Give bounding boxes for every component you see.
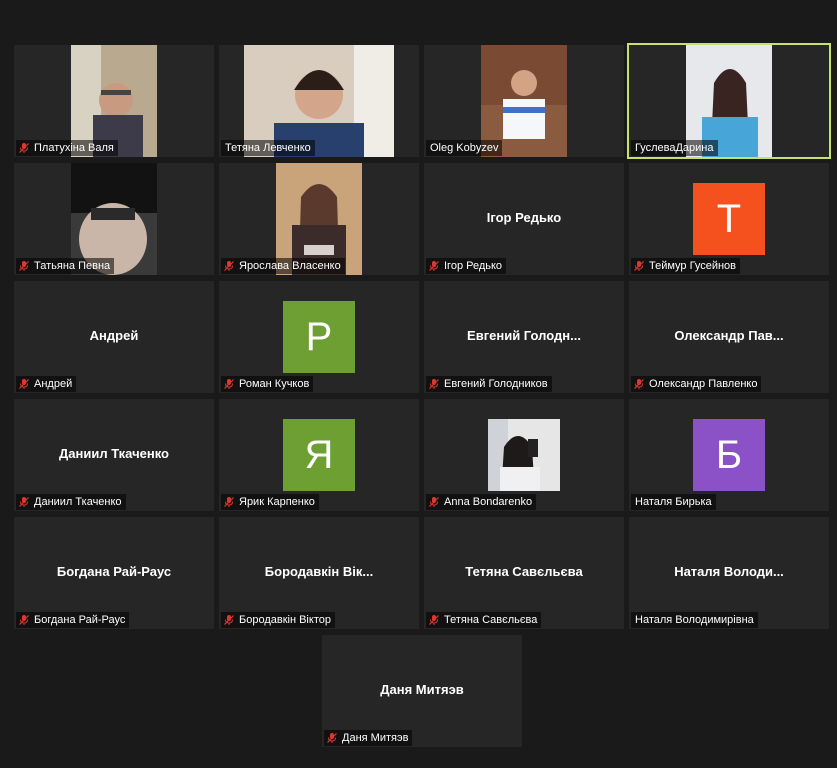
- participant-name-tag: Олександр Павленко: [631, 376, 762, 392]
- participant-display-name: Даня Митяэв: [380, 682, 464, 697]
- participant-name-label: Наталя Володимирівна: [635, 614, 754, 626]
- participant-display-name: Даниил Ткаченко: [59, 446, 169, 461]
- participant-name-tag: Даня Митяэв: [324, 730, 413, 746]
- participant-display-name: Андрей: [89, 328, 139, 343]
- participant-name-label: Тетяна Савєльєва: [444, 614, 538, 626]
- participant-avatar: T: [693, 183, 765, 255]
- participant-name-label: Anna Bondarenko: [444, 496, 533, 508]
- participant-avatar: P: [283, 301, 355, 373]
- muted-mic-icon: [428, 260, 444, 272]
- participant-name-tag: Anna Bondarenko: [426, 494, 537, 510]
- participant-name-tag: Наталя Володимирівна: [631, 612, 758, 628]
- participant-tile[interactable]: Даниил Ткаченко Даниил Ткаченко: [14, 399, 214, 511]
- participant-name-tag: Даниил Ткаченко: [16, 494, 126, 510]
- participant-tile[interactable]: Татьяна Певна: [14, 163, 214, 275]
- muted-mic-icon: [633, 378, 649, 390]
- participant-name-label: Андрей: [34, 378, 73, 390]
- participant-tile[interactable]: Я Ярик Карпенко: [219, 399, 419, 511]
- participant-name-label: ГуслеваДарина: [635, 142, 714, 154]
- participant-tile[interactable]: Бородавкін Вік... Бородавкін Віктор: [219, 517, 419, 629]
- participant-tile[interactable]: Oleg Kobyzev: [424, 45, 624, 157]
- muted-mic-icon: [18, 142, 34, 154]
- participant-tile[interactable]: Б Наталя Бирька: [629, 399, 829, 511]
- participant-tile[interactable]: Anna Bondarenko: [424, 399, 624, 511]
- participant-name-label: Теймур Гусейнов: [649, 260, 736, 272]
- participant-name-label: Роман Кучков: [239, 378, 310, 390]
- participant-name-tag: Наталя Бирька: [631, 494, 716, 510]
- muted-mic-icon: [223, 614, 239, 626]
- participant-display-name: Бородавкін Вік...: [264, 564, 374, 579]
- participant-name-tag: Татьяна Певна: [16, 258, 115, 274]
- participant-name-label: Наталя Бирька: [635, 496, 712, 508]
- participant-tile[interactable]: Платухіна Валя: [14, 45, 214, 157]
- muted-mic-icon: [18, 614, 34, 626]
- participant-display-name: Наталя Володи...: [674, 564, 784, 579]
- participant-name-tag: Роман Кучков: [221, 376, 314, 392]
- muted-mic-icon: [428, 496, 444, 508]
- participant-tile[interactable]: Богдана Рай-Раус Богдана Рай-Раус: [14, 517, 214, 629]
- participant-name-label: Ярослава Власенко: [239, 260, 341, 272]
- participant-name-tag: Ярослава Власенко: [221, 258, 345, 274]
- participant-name-tag: Ярик Карпенко: [221, 494, 319, 510]
- participant-display-name: Богдана Рай-Раус: [56, 564, 172, 579]
- participant-name-tag: Теймур Гусейнов: [631, 258, 740, 274]
- participant-name-label: Татьяна Певна: [34, 260, 111, 272]
- participant-video: [488, 419, 560, 491]
- participant-tile[interactable]: Евгений Голодн... Евгений Голодников: [424, 281, 624, 393]
- muted-mic-icon: [223, 496, 239, 508]
- participant-name-label: Ярик Карпенко: [239, 496, 315, 508]
- participant-name-label: Даня Митяэв: [342, 732, 409, 744]
- participant-tile[interactable]: Андрей Андрей: [14, 281, 214, 393]
- participant-name-label: Олександр Павленко: [649, 378, 758, 390]
- participant-tile[interactable]: Тетяна Левченко: [219, 45, 419, 157]
- participant-tile[interactable]: Даня Митяэв Даня Митяэв: [322, 635, 522, 747]
- participant-avatar: Я: [283, 419, 355, 491]
- participant-display-name: Тетяна Савєльєва: [465, 564, 583, 579]
- participant-name-label: Тетяна Левченко: [225, 142, 311, 154]
- muted-mic-icon: [326, 732, 342, 744]
- participant-display-name: Ігор Редько: [486, 210, 562, 225]
- participant-tile[interactable]: Наталя Володи... Наталя Володимирівна: [629, 517, 829, 629]
- participant-name-label: Бородавкін Віктор: [239, 614, 331, 626]
- muted-mic-icon: [18, 378, 34, 390]
- participant-tile[interactable]: Олександр Пав... Олександр Павленко: [629, 281, 829, 393]
- participant-avatar: Б: [693, 419, 765, 491]
- muted-mic-icon: [223, 378, 239, 390]
- participant-tile[interactable]: ГуслеваДарина: [627, 43, 831, 159]
- muted-mic-icon: [223, 260, 239, 272]
- participant-name-tag: Богдана Рай-Раус: [16, 612, 130, 628]
- participant-name-label: Богдана Рай-Раус: [34, 614, 126, 626]
- participant-name-tag: Евгений Голодников: [426, 376, 552, 392]
- participant-tile[interactable]: T Теймур Гусейнов: [629, 163, 829, 275]
- participant-name-tag: Платухіна Валя: [16, 140, 118, 156]
- muted-mic-icon: [428, 378, 444, 390]
- muted-mic-icon: [18, 260, 34, 272]
- participant-name-label: Евгений Голодников: [444, 378, 548, 390]
- participant-name-tag: Бородавкін Віктор: [221, 612, 335, 628]
- participant-tile[interactable]: P Роман Кучков: [219, 281, 419, 393]
- participant-tile[interactable]: Тетяна Савєльєва Тетяна Савєльєва: [424, 517, 624, 629]
- participant-name-tag: Андрей: [16, 376, 77, 392]
- muted-mic-icon: [633, 260, 649, 272]
- participant-tile[interactable]: Ярослава Власенко: [219, 163, 419, 275]
- participant-name-tag: Ігор Редько: [426, 258, 507, 274]
- participant-name-label: Ігор Редько: [444, 260, 503, 272]
- participant-name-label: Платухіна Валя: [34, 142, 114, 154]
- participant-tile[interactable]: Ігор Редько Ігор Редько: [424, 163, 624, 275]
- participant-name-tag: Тетяна Левченко: [221, 140, 315, 156]
- participant-display-name: Олександр Пав...: [674, 328, 784, 343]
- participant-name-tag: Тетяна Савєльєва: [426, 612, 542, 628]
- participant-name-tag: ГуслеваДарина: [631, 140, 718, 156]
- participant-name-label: Даниил Ткаченко: [34, 496, 122, 508]
- participant-display-name: Евгений Голодн...: [467, 328, 581, 343]
- participant-name-tag: Oleg Kobyzev: [426, 140, 503, 156]
- participant-name-label: Oleg Kobyzev: [430, 142, 499, 154]
- muted-mic-icon: [428, 614, 444, 626]
- muted-mic-icon: [18, 496, 34, 508]
